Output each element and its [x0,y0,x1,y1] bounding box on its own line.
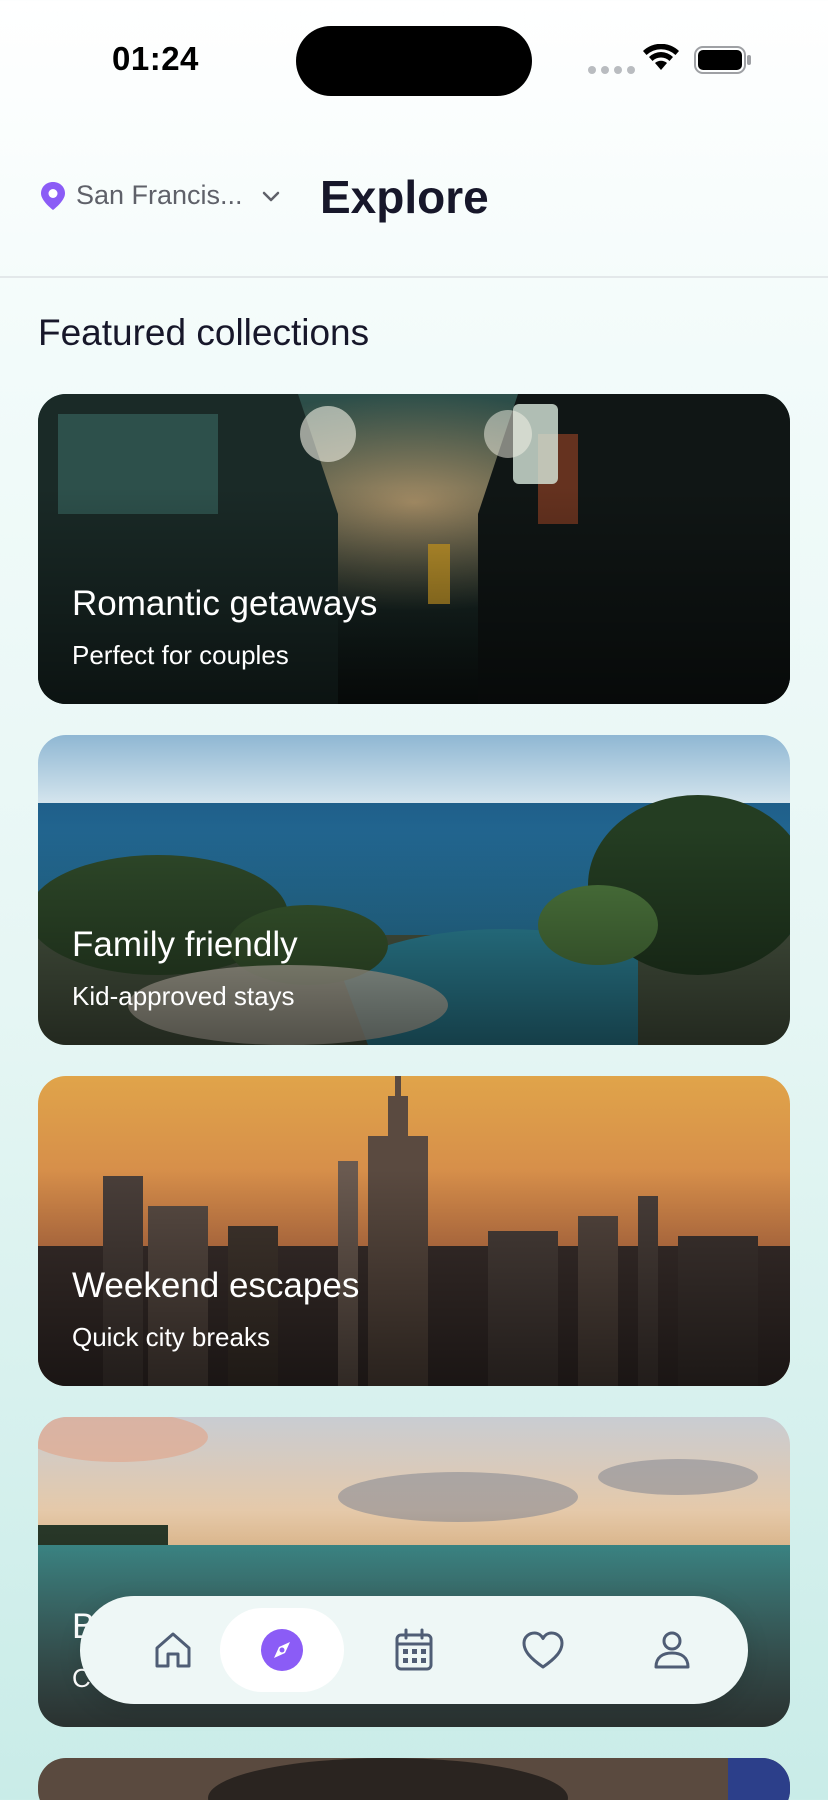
collection-card-next[interactable] [38,1758,790,1800]
location-selector[interactable]: San Francis... [40,180,281,211]
card-subtitle: Quick city breaks [72,1322,270,1352]
chevron-down-icon [262,191,279,201]
battery-icon [694,46,751,74]
card-title: Romantic getaways [72,584,378,623]
home-icon [155,1632,191,1668]
location-pin-icon [41,181,65,210]
status-bar: 01:24 [0,0,828,120]
top-header: San Francis... Explore [0,150,828,278]
page-title: Explore [320,171,489,223]
nav-bookings[interactable] [352,1608,476,1692]
wifi-icon [643,44,679,70]
nav-home[interactable] [111,1608,235,1692]
nav-profile[interactable] [610,1608,734,1692]
collection-card-romantic[interactable]: Romantic getaways Perfect for couples [38,394,790,704]
dynamic-island [296,26,532,96]
bottom-nav [80,1596,748,1704]
profile-icon [654,1631,690,1669]
signal-icon [588,66,635,74]
status-time: 01:24 [112,40,199,77]
card-title: Family friendly [72,925,298,964]
card-subtitle: Kid-approved stays [72,981,295,1011]
compass-icon [261,1629,303,1671]
card-title: Weekend escapes [72,1266,360,1305]
collection-card-weekend[interactable]: Weekend escapes Quick city breaks [38,1076,790,1386]
card-subtitle: Perfect for couples [72,640,289,670]
nav-favorites[interactable] [481,1608,605,1692]
section-title: Featured collections [38,312,370,353]
calendar-icon [395,1628,433,1671]
collection-card-family[interactable]: Family friendly Kid-approved stays [38,735,790,1045]
card-image [38,1758,790,1800]
nav-explore[interactable] [220,1608,344,1692]
heart-icon [522,1631,564,1669]
location-label: San Francis... [76,180,243,210]
